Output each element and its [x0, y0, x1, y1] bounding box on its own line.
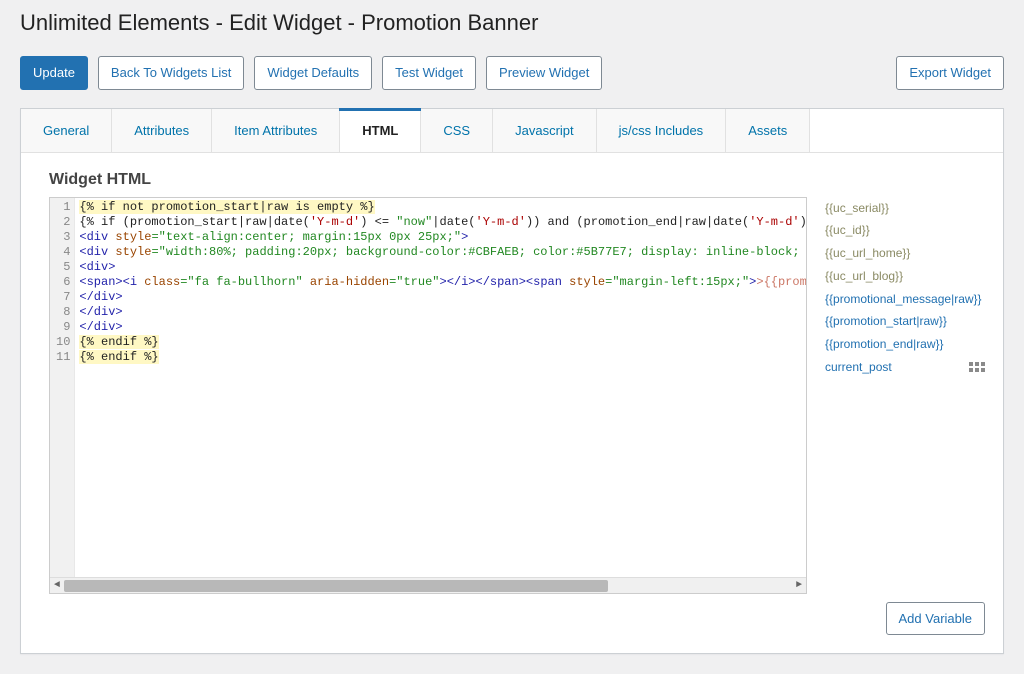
- test-widget-button[interactable]: Test Widget: [382, 56, 476, 90]
- scroll-thumb[interactable]: [64, 580, 608, 592]
- scroll-right-arrow[interactable]: ►: [792, 578, 806, 593]
- code-content[interactable]: {% if not promotion_start|raw is empty %…: [75, 198, 806, 577]
- export-widget-button[interactable]: Export Widget: [896, 56, 1004, 90]
- variable-item[interactable]: {{uc_id}}: [825, 219, 985, 242]
- current-post-link[interactable]: current_post: [825, 356, 892, 379]
- tab-css[interactable]: CSS: [421, 109, 493, 152]
- code-editor[interactable]: 1234567891011 {% if not promotion_start|…: [49, 197, 807, 594]
- tabs-panel: General Attributes Item Attributes HTML …: [20, 108, 1004, 655]
- scroll-left-arrow[interactable]: ◄: [50, 578, 64, 593]
- tab-assets[interactable]: Assets: [726, 109, 810, 152]
- page-title: Unlimited Elements - Edit Widget - Promo…: [20, 10, 1004, 36]
- widget-defaults-button[interactable]: Widget Defaults: [254, 56, 372, 90]
- tab-html[interactable]: HTML: [340, 109, 421, 152]
- update-button[interactable]: Update: [20, 56, 88, 90]
- line-gutter: 1234567891011: [50, 198, 75, 577]
- variable-item[interactable]: {{promotional_message|raw}}: [825, 288, 985, 311]
- horizontal-scrollbar[interactable]: ◄ ►: [50, 577, 806, 593]
- grid-icon[interactable]: [969, 362, 985, 372]
- tabs: General Attributes Item Attributes HTML …: [21, 109, 1003, 153]
- variable-item[interactable]: {{uc_url_blog}}: [825, 265, 985, 288]
- tab-general[interactable]: General: [21, 109, 112, 152]
- variable-item[interactable]: {{promotion_end|raw}}: [825, 333, 985, 356]
- main-toolbar: Update Back To Widgets List Widget Defau…: [20, 56, 1004, 90]
- variables-sidebar: {{uc_serial}} {{uc_id}} {{uc_url_home}} …: [825, 197, 985, 379]
- preview-widget-button[interactable]: Preview Widget: [486, 56, 602, 90]
- tab-item-attributes[interactable]: Item Attributes: [212, 109, 340, 152]
- tab-attributes[interactable]: Attributes: [112, 109, 212, 152]
- variable-item[interactable]: {{promotion_start|raw}}: [825, 310, 985, 333]
- tab-jscss-includes[interactable]: js/css Includes: [597, 109, 727, 152]
- section-title: Widget HTML: [49, 171, 985, 189]
- tab-javascript[interactable]: Javascript: [493, 109, 597, 152]
- add-variable-button[interactable]: Add Variable: [886, 602, 985, 636]
- variable-item[interactable]: {{uc_url_home}}: [825, 242, 985, 265]
- variable-item[interactable]: {{uc_serial}}: [825, 197, 985, 220]
- back-to-list-button[interactable]: Back To Widgets List: [98, 56, 244, 90]
